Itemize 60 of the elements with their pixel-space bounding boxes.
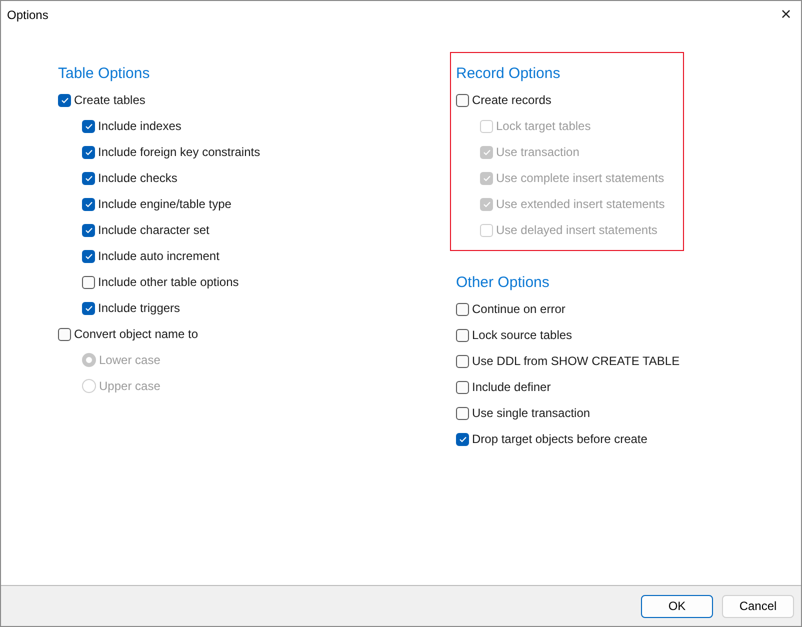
dialog-button[interactable]: Cancel — [722, 594, 794, 618]
check-icon — [458, 436, 466, 442]
check-icon — [84, 148, 92, 156]
window-title: Options — [6, 6, 48, 24]
option-label: Include indexes — [98, 118, 182, 135]
option-label: Include engine/table type — [98, 196, 232, 213]
option-label: Include auto increment — [98, 248, 220, 265]
checkbox[interactable] — [82, 250, 95, 262]
checkbox[interactable] — [456, 432, 469, 446]
option-label: Create tables — [74, 92, 146, 109]
option-label: Lock source tables — [472, 327, 572, 344]
checkbox[interactable] — [456, 302, 469, 316]
checkbox[interactable] — [82, 224, 95, 236]
check-icon — [84, 200, 92, 208]
check-icon — [84, 174, 92, 182]
option-label: Include foreign key constraints — [98, 144, 260, 161]
option-label: Use transaction — [496, 144, 580, 161]
section-heading: Other Options — [456, 272, 550, 293]
dialog-button[interactable]: OK — [641, 594, 713, 618]
checkbox[interactable] — [456, 94, 469, 106]
checkbox[interactable] — [456, 354, 469, 368]
checkbox[interactable] — [58, 94, 71, 106]
check-icon — [482, 200, 490, 208]
check-icon — [84, 304, 92, 312]
section-heading: Table Options — [58, 64, 150, 84]
option-label: Drop target objects before create — [472, 431, 648, 448]
option-label: Use DDL from SHOW CREATE TABLE — [472, 353, 680, 370]
option-label: Include checks — [98, 170, 178, 187]
option-label: Include triggers — [98, 300, 180, 317]
checkbox[interactable] — [82, 172, 95, 184]
checkbox[interactable] — [82, 302, 95, 314]
option-label: Continue on error — [472, 301, 566, 318]
option-label: Include definer — [472, 379, 551, 396]
checkbox[interactable] — [456, 328, 469, 342]
checkbox[interactable] — [456, 406, 469, 420]
option-label: Include character set — [98, 222, 210, 239]
section-heading: Record Options — [456, 64, 560, 84]
checkbox[interactable] — [58, 328, 71, 340]
check-icon — [482, 174, 490, 182]
checkbox[interactable] — [82, 146, 95, 158]
option-label: Use complete insert statements — [496, 170, 664, 187]
option-label: Convert object name to — [74, 326, 198, 343]
check-icon — [482, 148, 490, 156]
check-icon — [60, 96, 68, 104]
checkbox[interactable] — [82, 198, 95, 210]
option-label: Use single transaction — [472, 405, 590, 422]
check-icon — [84, 226, 92, 234]
option-label: Lower case — [99, 352, 160, 369]
checkbox[interactable] — [82, 276, 95, 288]
check-icon — [84, 122, 92, 130]
checkbox[interactable] — [456, 380, 469, 394]
checkbox[interactable] — [82, 120, 95, 132]
option-label: Create records — [472, 92, 552, 109]
option-label: Upper case — [99, 378, 160, 395]
option-label: Use delayed insert statements — [496, 222, 658, 239]
option-label: Use extended insert statements — [496, 196, 665, 213]
close-button[interactable]: × — [771, 1, 801, 28]
option-label: Lock target tables — [496, 118, 591, 135]
check-icon — [84, 252, 92, 260]
option-label: Include other table options — [98, 274, 239, 291]
